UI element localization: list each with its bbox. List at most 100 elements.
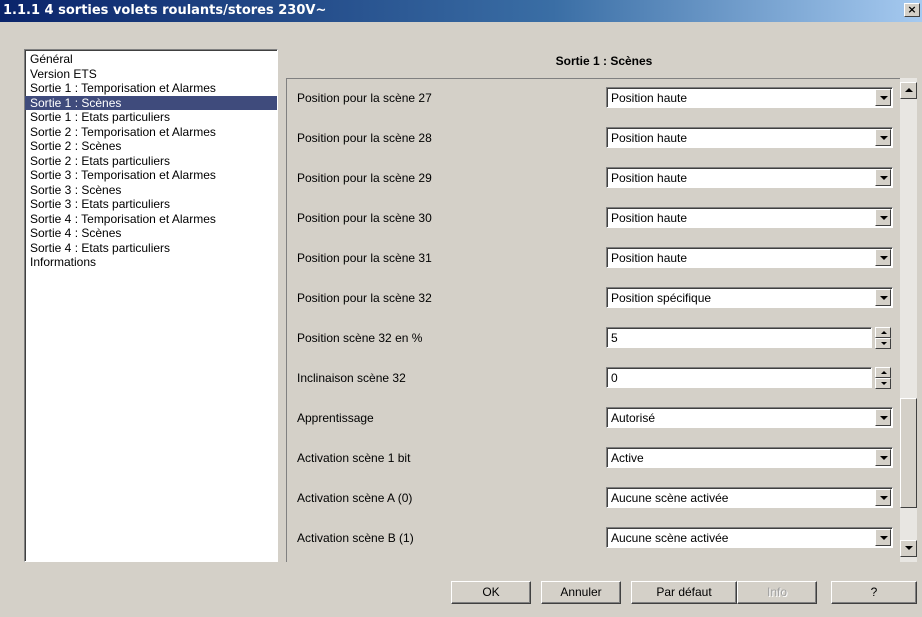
- param-row: Position pour la scène 27 Position haute: [287, 79, 900, 119]
- arrow-down-icon: [881, 382, 887, 385]
- tree-item[interactable]: Sortie 3 : Scènes: [25, 183, 277, 198]
- tree-item[interactable]: Sortie 2 : Etats particuliers: [25, 154, 277, 169]
- param-label: Position scène 32 en %: [297, 331, 423, 345]
- dropdown-value: Position haute: [611, 211, 688, 225]
- param-dropdown[interactable]: Position haute: [606, 127, 893, 148]
- param-dropdown[interactable]: Position haute: [606, 87, 893, 108]
- param-row: Position scène 32 en % 5: [287, 319, 900, 359]
- param-dropdown[interactable]: Aucune scène activée: [606, 527, 893, 548]
- dropdown-button[interactable]: [875, 209, 891, 226]
- arrow-up-icon: [905, 88, 913, 92]
- dropdown-value: Position haute: [611, 251, 688, 265]
- dropdown-button[interactable]: [875, 449, 891, 466]
- dropdown-value: Position haute: [611, 131, 688, 145]
- scroll-down-button[interactable]: [900, 540, 917, 557]
- spin-down-button[interactable]: [875, 338, 891, 349]
- param-label: Activation scène B (1): [297, 531, 414, 545]
- param-number-input[interactable]: 5: [606, 327, 872, 348]
- param-label: Position pour la scène 28: [297, 131, 432, 145]
- param-row: Activation scène B (1) Aucune scène acti…: [287, 519, 900, 559]
- spin-down-button[interactable]: [875, 378, 891, 389]
- param-label: Activation scène 1 bit: [297, 451, 411, 465]
- dropdown-button[interactable]: [875, 89, 891, 106]
- window-titlebar: 1.1.1 4 sorties volets roulants/stores 2…: [0, 0, 922, 22]
- param-row: Position pour la scène 28 Position haute: [287, 119, 900, 159]
- param-dropdown[interactable]: Position spécifique: [606, 287, 893, 308]
- tree-item[interactable]: Sortie 1 : Etats particuliers: [25, 110, 277, 125]
- chevron-down-icon: [880, 536, 888, 540]
- param-label: Position pour la scène 27: [297, 91, 432, 105]
- scrollbar-thumb[interactable]: [900, 398, 917, 508]
- dropdown-button[interactable]: [875, 489, 891, 506]
- param-label: Position pour la scène 30: [297, 211, 432, 225]
- tree-item[interactable]: Sortie 2 : Scènes: [25, 139, 277, 154]
- tree-item[interactable]: Sortie 3 : Temporisation et Alarmes: [25, 168, 277, 183]
- close-icon: ×: [907, 3, 917, 16]
- default-button[interactable]: Par défaut: [631, 581, 737, 604]
- param-row: Apprentissage Autorisé: [287, 399, 900, 439]
- tree-item[interactable]: Informations: [25, 255, 277, 270]
- arrow-down-icon: [905, 546, 913, 550]
- param-dropdown[interactable]: Active: [606, 447, 893, 468]
- param-row: Inclinaison scène 32 0: [287, 359, 900, 399]
- tree-item[interactable]: Sortie 2 : Temporisation et Alarmes: [25, 125, 277, 140]
- tree-item[interactable]: Sortie 1 : Temporisation et Alarmes: [25, 81, 277, 96]
- dropdown-value: Position haute: [611, 91, 688, 105]
- scroll-up-button[interactable]: [900, 82, 917, 99]
- dropdown-value: Position spécifique: [611, 291, 712, 305]
- tree-item[interactable]: Sortie 3 : Etats particuliers: [25, 197, 277, 212]
- param-row: Position pour la scène 31 Position haute: [287, 239, 900, 279]
- dropdown-button[interactable]: [875, 409, 891, 426]
- param-row: Position pour la scène 32 Position spéci…: [287, 279, 900, 319]
- dropdown-button[interactable]: [875, 169, 891, 186]
- cancel-button[interactable]: Annuler: [541, 581, 621, 604]
- dropdown-value: Position haute: [611, 171, 688, 185]
- chevron-down-icon: [880, 216, 888, 220]
- vertical-scrollbar[interactable]: [900, 78, 917, 562]
- param-dropdown[interactable]: Position haute: [606, 167, 893, 188]
- tree-item[interactable]: Version ETS: [25, 67, 277, 82]
- chevron-down-icon: [880, 256, 888, 260]
- chevron-down-icon: [880, 296, 888, 300]
- param-label: Activation scène A (0): [297, 491, 413, 505]
- tree-item[interactable]: Sortie 4 : Scènes: [25, 226, 277, 241]
- arrow-down-icon: [881, 342, 887, 345]
- parameter-panel: Position pour la scène 27 Position haute…: [286, 78, 900, 562]
- chevron-down-icon: [880, 176, 888, 180]
- tree-item[interactable]: Sortie 4 : Temporisation et Alarmes: [25, 212, 277, 227]
- param-dropdown[interactable]: Aucune scène activée: [606, 487, 893, 508]
- param-row: Position pour la scène 29 Position haute: [287, 159, 900, 199]
- chevron-down-icon: [880, 456, 888, 460]
- parameter-tree[interactable]: Général Version ETS Sortie 1 : Temporisa…: [24, 49, 278, 562]
- chevron-down-icon: [880, 496, 888, 500]
- dropdown-button[interactable]: [875, 249, 891, 266]
- dropdown-value: Active: [611, 451, 644, 465]
- param-dropdown[interactable]: Position haute: [606, 247, 893, 268]
- dropdown-value: Autorisé: [611, 411, 656, 425]
- chevron-down-icon: [880, 136, 888, 140]
- dropdown-button[interactable]: [875, 129, 891, 146]
- input-value: 5: [611, 331, 618, 345]
- dropdown-value: Aucune scène activée: [611, 491, 729, 505]
- param-row: Activation scène A (0) Aucune scène acti…: [287, 479, 900, 519]
- chevron-down-icon: [880, 416, 888, 420]
- chevron-down-icon: [880, 96, 888, 100]
- param-number-input[interactable]: 0: [606, 367, 872, 388]
- tree-item-selected[interactable]: Sortie 1 : Scènes: [25, 95, 277, 110]
- info-button: Info: [737, 581, 817, 604]
- close-button[interactable]: ×: [904, 3, 920, 17]
- param-dropdown[interactable]: Position haute: [606, 207, 893, 228]
- help-button[interactable]: ?: [831, 581, 917, 604]
- tree-item[interactable]: Sortie 4 : Etats particuliers: [25, 241, 277, 256]
- dropdown-button[interactable]: [875, 529, 891, 546]
- dropdown-button[interactable]: [875, 289, 891, 306]
- param-label: Apprentissage: [297, 411, 374, 425]
- param-dropdown[interactable]: Autorisé: [606, 407, 893, 428]
- dropdown-value: Aucune scène activée: [611, 531, 729, 545]
- spin-up-button[interactable]: [875, 367, 891, 378]
- ok-button[interactable]: OK: [451, 581, 531, 604]
- spin-up-button[interactable]: [875, 327, 891, 338]
- tree-item[interactable]: Général: [25, 52, 277, 67]
- arrow-up-icon: [881, 331, 887, 334]
- param-label: Position pour la scène 31: [297, 251, 432, 265]
